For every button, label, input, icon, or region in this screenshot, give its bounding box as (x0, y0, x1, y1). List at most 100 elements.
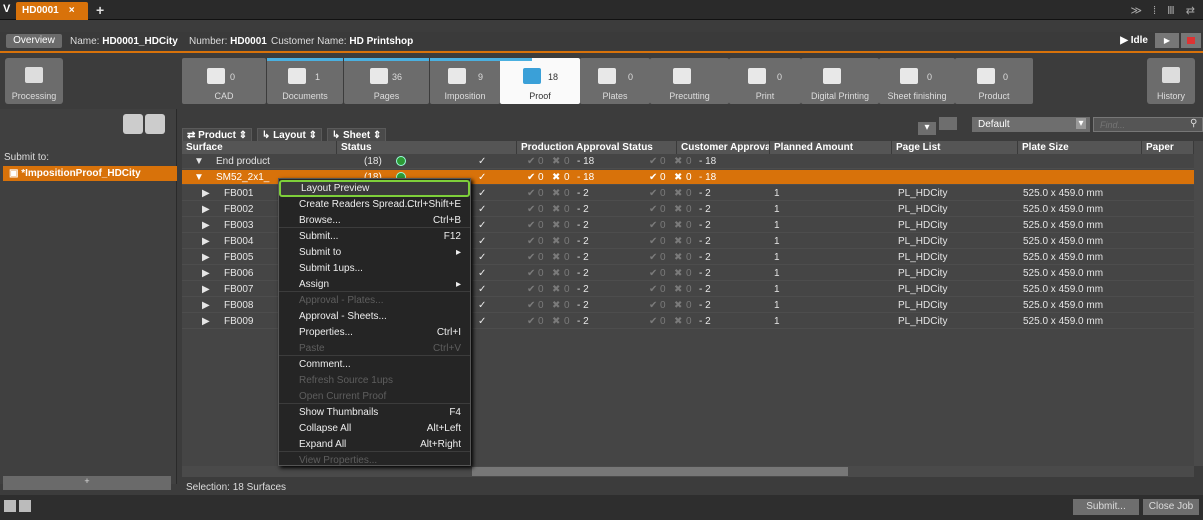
add-sequence-button[interactable]: + (3, 476, 171, 490)
reject-icon: ✖ (674, 156, 683, 167)
step-proof[interactable]: 18 Proof (500, 58, 580, 104)
menu-item-create-readers-spread[interactable]: Create Readers Spread... Ctrl+Shift+E (279, 196, 470, 213)
column-header[interactable]: Paper (1142, 141, 1194, 154)
step-documents[interactable]: 1 Documents (267, 58, 343, 104)
step-product[interactable]: 0 Product (955, 58, 1033, 104)
column-header[interactable]: Plate Size (1018, 141, 1142, 154)
reject-icon: ✖ (552, 252, 561, 263)
processing-icon (25, 67, 43, 83)
scroll-thumb[interactable] (472, 467, 848, 476)
prod-approved-count: 0 (538, 316, 544, 327)
cust-pending-count: - 2 (699, 204, 711, 215)
find-input[interactable] (1093, 117, 1203, 132)
step-cad[interactable]: 0 CAD (182, 58, 266, 104)
reject-icon: ✖ (552, 172, 561, 183)
chevron-down-icon: ▾ (1076, 118, 1086, 129)
cust-approved-count: 0 (660, 204, 666, 215)
processing-button[interactable]: Processing (5, 58, 63, 104)
add-tab-button[interactable]: + (96, 2, 104, 18)
column-header[interactable]: Production Approval Status (517, 141, 677, 154)
collapsed-arrow-icon: ▶ (202, 236, 210, 247)
step-print[interactable]: 0 Print (729, 58, 801, 104)
prod-rejected-count: 0 (564, 220, 570, 231)
column-header[interactable]: Status (337, 141, 517, 154)
tree-view-icon[interactable] (123, 114, 143, 134)
stop-button[interactable] (1181, 33, 1201, 48)
step-count: 0 (927, 72, 933, 82)
play-button[interactable]: ▶ (1155, 33, 1179, 48)
column-header[interactable]: Customer Approval Status (677, 141, 770, 154)
bottom-bar (0, 495, 1203, 520)
step-count: 36 (392, 72, 403, 82)
accent-divider (0, 51, 1203, 53)
step-plates[interactable]: 0 Plates (580, 58, 650, 104)
customer-name: Customer Name: HD Printshop (271, 36, 413, 47)
close-tab-icon[interactable]: × (69, 5, 75, 16)
step-progress (267, 58, 343, 61)
page-list: PL_HDCity (898, 268, 948, 279)
submit-button[interactable]: Submit... (1073, 499, 1139, 515)
history-button[interactable]: History (1147, 58, 1195, 104)
cust-pending-count: - 2 (699, 268, 711, 279)
menu-item-submit[interactable]: Submit... F12 (279, 228, 470, 245)
menu-item-layout-preview[interactable]: Layout Preview (279, 180, 470, 197)
reject-icon: ✖ (674, 188, 683, 199)
reject-icon: ✖ (552, 204, 561, 215)
step-sheet-finishing[interactable]: 0 Sheet finishing (879, 58, 955, 104)
step-icon (288, 68, 306, 84)
menu-item-submit-1ups[interactable]: Submit 1ups... (279, 260, 470, 277)
search-icon[interactable]: ⚲ (1190, 118, 1197, 129)
menu-item-approval-sheets[interactable]: Approval - Sheets... (279, 308, 470, 325)
planned-amount: 1 (774, 284, 780, 295)
view-preset-select[interactable]: Default ▾ (972, 117, 1090, 132)
proof-view-icon[interactable] (145, 114, 165, 134)
menu-item-show-thumbnails[interactable]: Show Thumbnails F4 (279, 404, 470, 421)
status-check-icon: ✓ (478, 236, 487, 247)
reject-icon: ✖ (552, 188, 561, 199)
table-row[interactable]: ▼ End product (18) ✓ ✔ 0 ✖ 0- 18 ✔ 0 ✖ 0- 18 (182, 154, 1194, 169)
cust-pending-count: - 2 (699, 284, 711, 295)
menu-item-label: Collapse All (299, 423, 352, 434)
surface-name: FB002 (224, 204, 254, 215)
page-list: PL_HDCity (898, 220, 948, 231)
approve-icon: ✔ (649, 300, 658, 311)
detail-view-icon[interactable] (19, 500, 31, 512)
prod-rejected-count: 0 (564, 252, 570, 263)
name-value: HD0001_HDCity (102, 36, 178, 47)
column-header[interactable]: Planned Amount (770, 141, 892, 154)
prod-approved-count: 0 (538, 188, 544, 199)
step-precutting[interactable]: Precutting (650, 58, 729, 104)
menu-item-submit-to[interactable]: Submit to ▸ (279, 244, 470, 261)
window-controls-icon[interactable]: ≫ ⁞ Ⅲ ⇄ (1130, 4, 1199, 17)
planned-amount: 1 (774, 316, 780, 327)
column-header[interactable]: Page List (892, 141, 1018, 154)
layout-filter-label: Layout (273, 130, 306, 141)
approve-icon: ✔ (527, 172, 536, 183)
menu-item-comment[interactable]: Comment... (279, 356, 470, 373)
step-digital-printing[interactable]: Digital Printing (801, 58, 879, 104)
cust-approved-count: 0 (660, 316, 666, 327)
list-view-icon[interactable] (4, 500, 16, 512)
overview-button[interactable]: Overview (6, 34, 62, 48)
collapsed-arrow-icon: ▶ (202, 188, 210, 199)
step-pages[interactable]: 36 Pages (344, 58, 429, 104)
filter-dropdown-icon[interactable]: ▾ (918, 117, 966, 135)
step-label: Digital Printing (810, 91, 870, 101)
prod-rejected-count: 0 (564, 316, 570, 327)
planned-amount: 1 (774, 300, 780, 311)
menu-item-label: Browse... (299, 215, 341, 226)
menu-item-shortcut: ▸ (455, 279, 461, 290)
context-menu: Layout Preview Create Readers Spread... Ct… (278, 178, 471, 466)
menu-item-collapse-all[interactable]: Collapse All Alt+Left (279, 420, 470, 437)
close-job-button[interactable]: Close Job (1143, 499, 1199, 515)
cust-rejected-count: 0 (686, 268, 692, 279)
tab-job[interactable]: HD0001 × (16, 2, 88, 20)
column-header[interactable]: Surface (182, 141, 337, 154)
status-check-icon: ✓ (478, 284, 487, 295)
step-imposition[interactable]: 9 Imposition (430, 58, 500, 104)
prod-approved-count: 0 (538, 172, 544, 183)
menu-item-properties[interactable]: Properties... Ctrl+I (279, 324, 470, 341)
sequence-item[interactable]: ▣ *ImpositionProof_HDCity (3, 166, 177, 181)
vertical-scrollbar[interactable] (1194, 141, 1203, 466)
step-icon (369, 68, 388, 84)
